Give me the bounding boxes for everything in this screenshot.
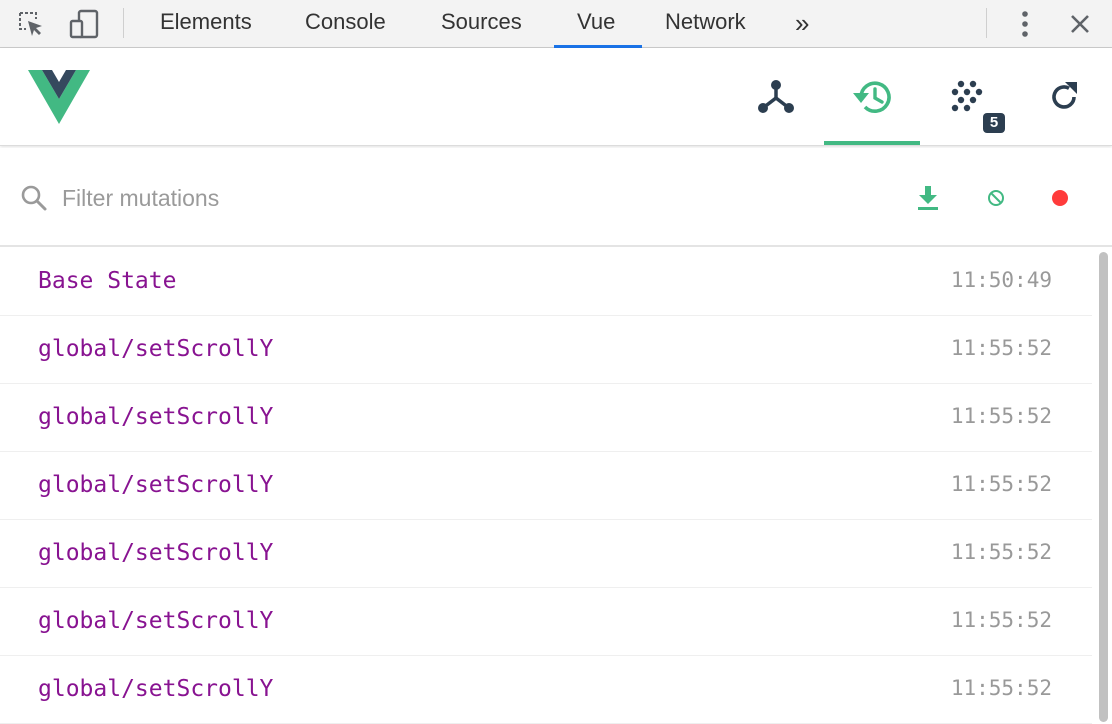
mutation-name: global/setScrollY bbox=[38, 540, 274, 566]
mutation-name: Base State bbox=[38, 268, 177, 294]
toolbar-divider bbox=[986, 8, 987, 38]
inspect-element-icon[interactable] bbox=[14, 7, 48, 41]
filter-mutations-input[interactable] bbox=[62, 178, 562, 218]
mutation-time: 11:55:52 bbox=[950, 404, 1052, 428]
list-item[interactable]: global/setScrollY 11:55:52 bbox=[0, 384, 1092, 452]
mutation-time: 11:55:52 bbox=[950, 540, 1052, 564]
vuex-tab-button[interactable] bbox=[824, 48, 920, 145]
search-icon bbox=[20, 184, 48, 212]
more-options-icon[interactable] bbox=[1008, 7, 1042, 41]
refresh-icon bbox=[1052, 81, 1077, 109]
events-icon bbox=[951, 80, 983, 111]
mutation-time: 11:55:52 bbox=[950, 336, 1052, 360]
list-scrollbar[interactable] bbox=[1099, 252, 1108, 722]
events-count-badge: 5 bbox=[983, 113, 1005, 133]
mutation-name: global/setScrollY bbox=[38, 404, 274, 430]
vue-logo-icon bbox=[28, 70, 90, 124]
tab-sources[interactable]: Sources bbox=[441, 0, 522, 48]
list-item[interactable]: global/setScrollY 11:55:52 bbox=[0, 316, 1092, 384]
list-item[interactable]: Base State 11:50:49 bbox=[0, 248, 1092, 316]
filter-bar bbox=[0, 148, 1112, 247]
mutation-name: global/setScrollY bbox=[38, 472, 274, 498]
list-item[interactable]: global/setScrollY 11:55:52 bbox=[0, 520, 1092, 588]
tab-network[interactable]: Network bbox=[665, 0, 746, 48]
toolbar-divider bbox=[123, 8, 124, 38]
devtools-tabbar: Elements Console Sources Vue Network » bbox=[0, 0, 1112, 48]
export-icon bbox=[918, 186, 938, 210]
components-tab-button[interactable] bbox=[728, 48, 824, 145]
close-icon[interactable] bbox=[1063, 7, 1097, 41]
mutation-time: 11:55:52 bbox=[950, 676, 1052, 700]
more-tabs-button[interactable]: » bbox=[795, 6, 809, 40]
clear-mutations-button[interactable] bbox=[981, 183, 1011, 213]
export-button[interactable] bbox=[913, 183, 943, 213]
list-item[interactable]: global/setScrollY 11:55:52 bbox=[0, 588, 1092, 656]
list-item[interactable]: global/setScrollY 11:55:52 bbox=[0, 656, 1092, 724]
mutation-time: 11:50:49 bbox=[950, 268, 1052, 292]
vue-devtools-header bbox=[0, 48, 1112, 146]
vuex-history-icon bbox=[853, 80, 891, 113]
record-button[interactable] bbox=[1045, 183, 1075, 213]
tab-elements[interactable]: Elements bbox=[160, 0, 252, 48]
mutation-name: global/setScrollY bbox=[38, 676, 274, 702]
mutation-time: 11:55:52 bbox=[950, 608, 1052, 632]
clear-icon bbox=[988, 190, 1004, 206]
tab-vue[interactable]: Vue bbox=[577, 0, 615, 48]
device-toolbar-icon[interactable] bbox=[67, 7, 101, 41]
record-icon bbox=[1052, 190, 1068, 206]
mutation-time: 11:55:52 bbox=[950, 472, 1052, 496]
list-item[interactable]: global/setScrollY 11:55:52 bbox=[0, 452, 1092, 520]
mutation-list: Base State 11:50:49 global/setScrollY 11… bbox=[0, 248, 1092, 724]
mutation-name: global/setScrollY bbox=[38, 336, 274, 362]
refresh-button[interactable] bbox=[1016, 48, 1112, 145]
mutation-name: global/setScrollY bbox=[38, 608, 274, 634]
tab-console[interactable]: Console bbox=[305, 0, 386, 48]
active-tool-indicator bbox=[824, 141, 920, 145]
components-icon bbox=[758, 79, 794, 113]
